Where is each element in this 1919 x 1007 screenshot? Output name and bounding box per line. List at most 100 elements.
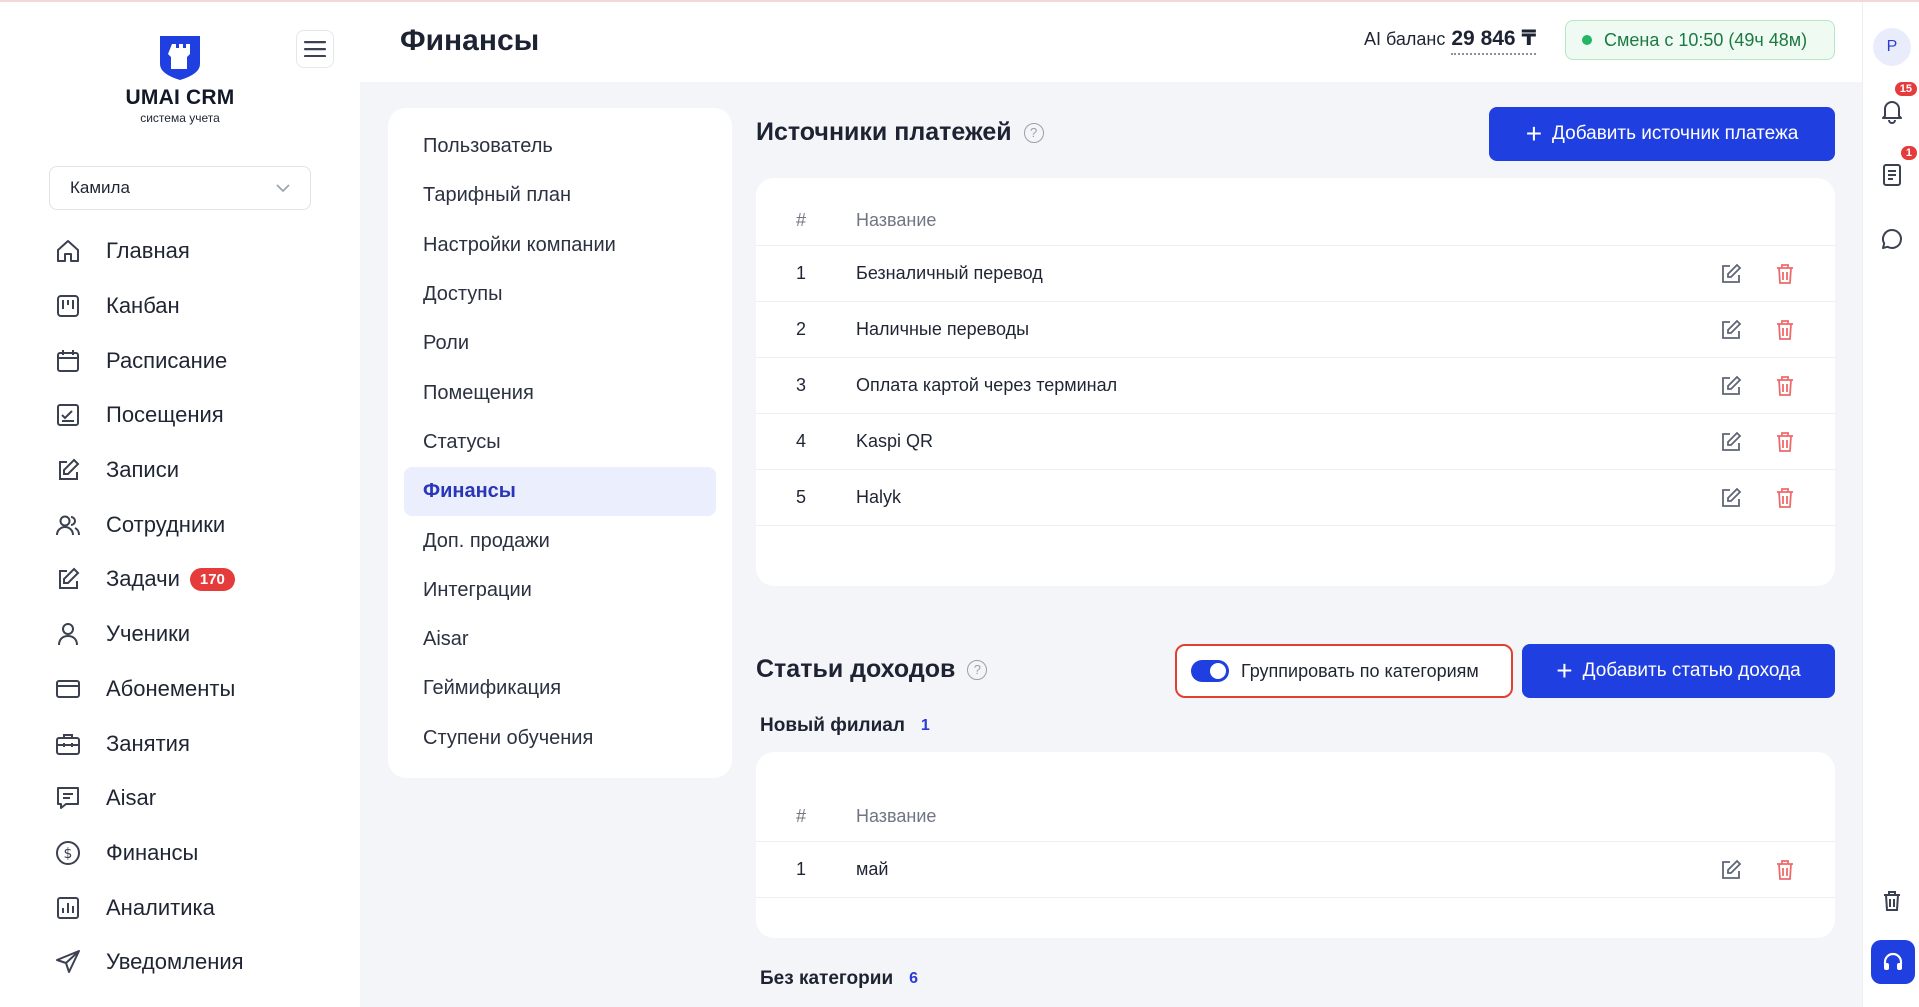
table-row: 1 Безналичный перевод: [756, 246, 1835, 302]
sidebar-nav: Главная Канбан Расписание Посещения Запи…: [52, 224, 352, 990]
edit-icon[interactable]: [1717, 428, 1745, 456]
settings-item-rooms[interactable]: Помещения: [404, 368, 716, 417]
sidebar-item-home[interactable]: Главная: [52, 224, 352, 279]
sidebar-item-label: Посещения: [106, 402, 224, 428]
user-select[interactable]: Камила: [49, 166, 311, 210]
documents-button[interactable]: 1: [1877, 146, 1917, 190]
sidebar-item-staff[interactable]: Сотрудники: [52, 497, 352, 552]
menu-toggle-button[interactable]: [296, 30, 334, 68]
analytics-icon: [52, 892, 84, 924]
shift-status-text: Смена с 10:50 (49ч 48м): [1604, 29, 1808, 50]
settings-item-company[interactable]: Настройки компании: [404, 221, 716, 270]
ai-balance[interactable]: AI баланс 29 846 ₸: [1364, 26, 1537, 55]
help-icon[interactable]: ?: [967, 659, 988, 680]
sidebar-item-tasks[interactable]: Задачи 170: [52, 552, 352, 607]
briefcase-icon: [52, 728, 84, 760]
headset-icon: [1883, 952, 1903, 970]
send-icon: [52, 946, 84, 978]
settings-item-integrations[interactable]: Интеграции: [404, 566, 716, 615]
payment-sources-title: Источники платежей ?: [756, 118, 1044, 147]
edit-icon[interactable]: [1717, 484, 1745, 512]
support-button[interactable]: [1871, 940, 1915, 984]
sidebar-item-label: Сотрудники: [106, 511, 226, 537]
student-icon: [52, 618, 84, 650]
settings-item-roles[interactable]: Роли: [404, 319, 716, 368]
add-income-item-button[interactable]: + Добавить статью дохода: [1522, 644, 1835, 698]
table-row: 4 Kaspi QR: [756, 414, 1835, 470]
sidebar-item-label: Финансы: [106, 839, 199, 865]
sidebar-item-records[interactable]: Записи: [52, 443, 352, 498]
page-title: Финансы: [400, 24, 540, 57]
avatar[interactable]: P: [1873, 28, 1911, 66]
sidebar-item-label: Канбан: [106, 293, 180, 319]
bell-icon: [1882, 101, 1902, 124]
income-items-title: Статьи доходов ?: [756, 655, 988, 684]
sidebar-item-schedule[interactable]: Расписание: [52, 333, 352, 388]
svg-text:$: $: [64, 846, 73, 862]
help-icon[interactable]: ?: [1023, 122, 1044, 143]
row-number: 1: [796, 859, 807, 879]
add-payment-source-button[interactable]: + Добавить источник платежа: [1489, 107, 1835, 161]
logo[interactable]: UMAI CRM система учета: [118, 34, 242, 125]
settings-menu: Пользователь Тарифный план Настройки ком…: [388, 108, 732, 778]
settings-item-access[interactable]: Доступы: [404, 270, 716, 319]
sidebar-item-attendance[interactable]: Посещения: [52, 388, 352, 443]
delete-icon[interactable]: [1771, 316, 1799, 344]
hamburger-icon: [304, 41, 326, 57]
delete-icon[interactable]: [1771, 856, 1799, 884]
ai-balance-value: 29 846 ₸: [1451, 26, 1537, 55]
trash-button[interactable]: [1877, 886, 1907, 916]
row-number: 5: [796, 487, 807, 507]
settings-item-tariff[interactable]: Тарифный план: [404, 171, 716, 220]
group-by-category-toggle[interactable]: Группировать по категориям: [1175, 644, 1513, 698]
delete-icon[interactable]: [1771, 484, 1799, 512]
settings-item-levels[interactable]: Ступени обучения: [404, 714, 716, 763]
tasks-count-badge: 170: [189, 567, 235, 591]
sidebar-item-students[interactable]: Ученики: [52, 607, 352, 662]
sidebar-item-notifications[interactable]: Уведомления: [52, 935, 352, 990]
delete-icon[interactable]: [1771, 428, 1799, 456]
sidebar-item-kanban[interactable]: Канбан: [52, 279, 352, 334]
edit-icon[interactable]: [1717, 316, 1745, 344]
toggle-switch[interactable]: [1191, 660, 1229, 682]
row-number: 3: [796, 375, 807, 395]
sidebar-item-label: Задачи: [106, 566, 180, 592]
settings-item-statuses[interactable]: Статусы: [404, 418, 716, 467]
sidebar: UMAI CRM система учета Камила Главная Ка…: [0, 2, 360, 1007]
settings-item-user[interactable]: Пользователь: [404, 122, 716, 171]
edit-icon: [52, 454, 84, 486]
category-count: 1: [920, 717, 930, 734]
user-select-value: Камила: [70, 178, 130, 197]
sidebar-item-subscriptions[interactable]: Абонементы: [52, 662, 352, 717]
table-row: 2 Наличные переводы: [756, 302, 1835, 358]
calendar-icon: [52, 345, 84, 377]
row-number: 4: [796, 431, 807, 451]
category-group-title: Без категории 6: [760, 968, 918, 990]
chat-button[interactable]: [1877, 224, 1907, 254]
plus-icon: +: [1556, 655, 1573, 686]
home-icon: [52, 235, 84, 267]
edit-icon[interactable]: [1717, 856, 1745, 884]
delete-icon[interactable]: [1771, 372, 1799, 400]
sidebar-item-classes[interactable]: Занятия: [52, 716, 352, 771]
settings-item-upsell[interactable]: Доп. продажи: [404, 516, 716, 565]
delete-icon[interactable]: [1771, 260, 1799, 288]
sidebar-item-label: Аналитика: [106, 894, 215, 920]
settings-item-finance[interactable]: Финансы: [404, 467, 716, 517]
income-group-table: # Название 1 май: [756, 752, 1835, 938]
chat-doc-icon: [52, 782, 84, 814]
staff-icon: [52, 509, 84, 541]
sidebar-item-analytics[interactable]: Аналитика: [52, 880, 352, 935]
payment-sources-table: # Название 1 Безналичный перевод 2 Налич…: [756, 178, 1835, 586]
shift-status[interactable]: Смена с 10:50 (49ч 48м): [1565, 20, 1835, 60]
sidebar-item-finance[interactable]: $ Финансы: [52, 826, 352, 881]
header: Финансы AI баланс 29 846 ₸ Смена с 10:50…: [360, 2, 1862, 82]
row-name: Halyk: [856, 487, 902, 507]
edit-icon[interactable]: [1717, 372, 1745, 400]
category-count: 6: [909, 970, 919, 987]
notifications-button[interactable]: 15: [1877, 82, 1917, 126]
settings-item-gamification[interactable]: Геймификация: [404, 664, 716, 713]
settings-item-aisar[interactable]: Aisar: [404, 615, 716, 664]
sidebar-item-aisar[interactable]: Aisar: [52, 771, 352, 826]
edit-icon[interactable]: [1717, 260, 1745, 288]
